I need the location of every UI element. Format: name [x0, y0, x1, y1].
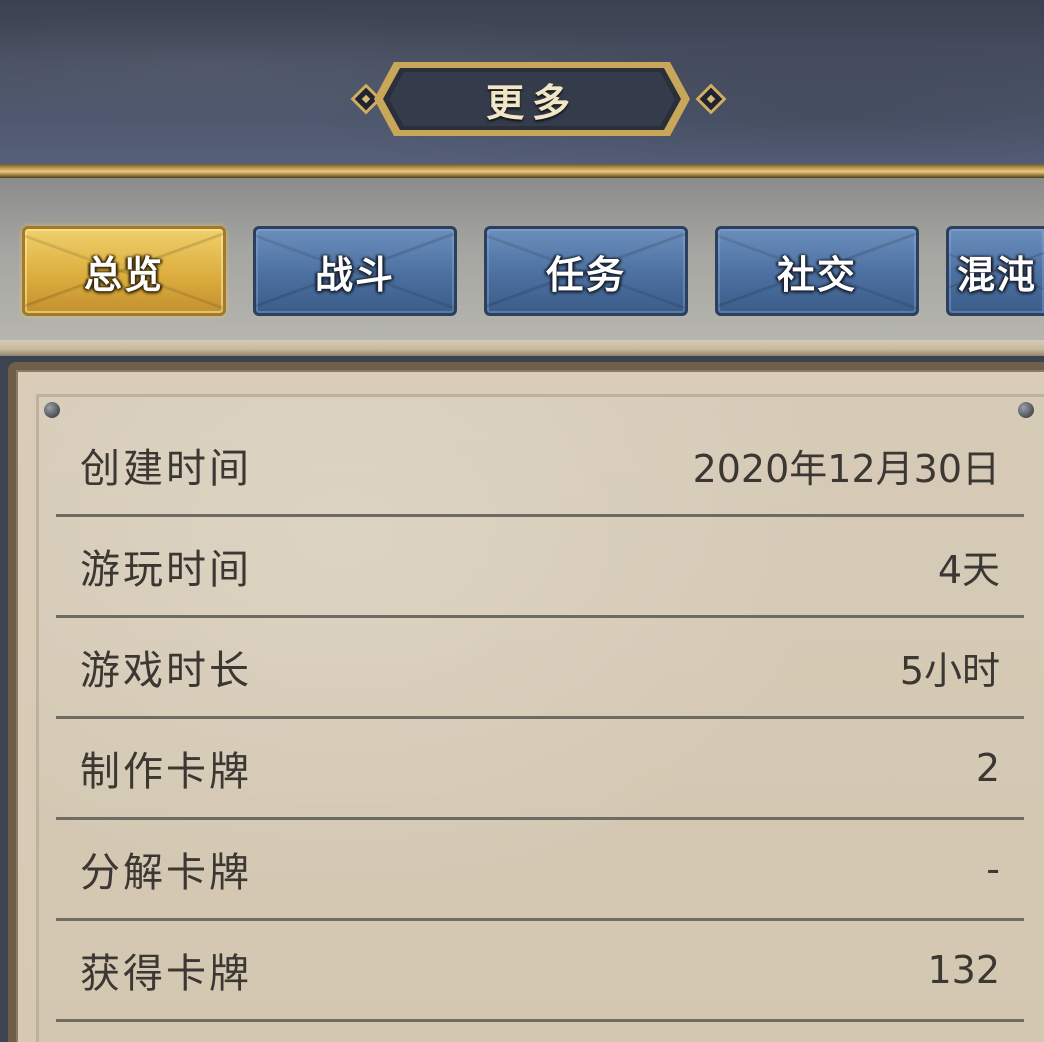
stat-row-cards-crafted: 制作卡牌 2 — [56, 719, 1024, 820]
stat-label: 制作卡牌 — [80, 749, 252, 795]
tab-chaos[interactable]: 混沌 — [946, 226, 1044, 316]
stat-value: 132 — [927, 948, 1000, 992]
tab-battle[interactable]: 战斗 — [253, 226, 457, 316]
tab-overview[interactable]: 总览 — [22, 226, 226, 316]
game-screen: 更多 总览 战斗 任务 社交 混沌 创建时间 2020年12月30日 游玩时间 … — [0, 0, 1044, 1042]
stat-row-cards-disenchanted: 分解卡牌 - — [56, 820, 1024, 921]
tab-quests-label: 任务 — [545, 251, 626, 297]
stat-row-created: 创建时间 2020年12月30日 — [56, 416, 1024, 517]
stat-value: 5小时 — [899, 648, 1000, 693]
stat-label: 获得卡牌 — [80, 951, 252, 997]
stat-row-cards-obtained: 获得卡牌 132 — [56, 921, 1024, 1022]
stat-value: 4天 — [937, 547, 1000, 592]
tab-battle-label: 战斗 — [314, 251, 395, 297]
title-plate: 更多 — [372, 60, 692, 138]
stat-value: - — [986, 847, 1000, 891]
stat-label: 游玩时间 — [80, 547, 252, 593]
tab-social-label: 社交 — [776, 251, 857, 297]
stat-row-days-played: 游玩时间 4天 — [56, 517, 1024, 618]
stat-label: 游戏时长 — [80, 648, 252, 694]
page-title: 更多 — [485, 79, 578, 125]
tab-quests[interactable]: 任务 — [484, 226, 688, 316]
tab-social[interactable]: 社交 — [715, 226, 919, 316]
stat-row-play-duration: 游戏时长 5小时 — [56, 618, 1024, 719]
tab-bar-divider — [0, 340, 1044, 356]
stat-label: 分解卡牌 — [80, 850, 252, 896]
stat-label: 创建时间 — [80, 446, 252, 492]
stat-value: 2020年12月30日 — [692, 446, 1000, 491]
tab-chaos-label: 混沌 — [957, 251, 1038, 297]
tab-overview-label: 总览 — [83, 251, 164, 297]
header-gold-divider — [0, 164, 1044, 178]
stat-value: 2 — [975, 746, 1000, 790]
